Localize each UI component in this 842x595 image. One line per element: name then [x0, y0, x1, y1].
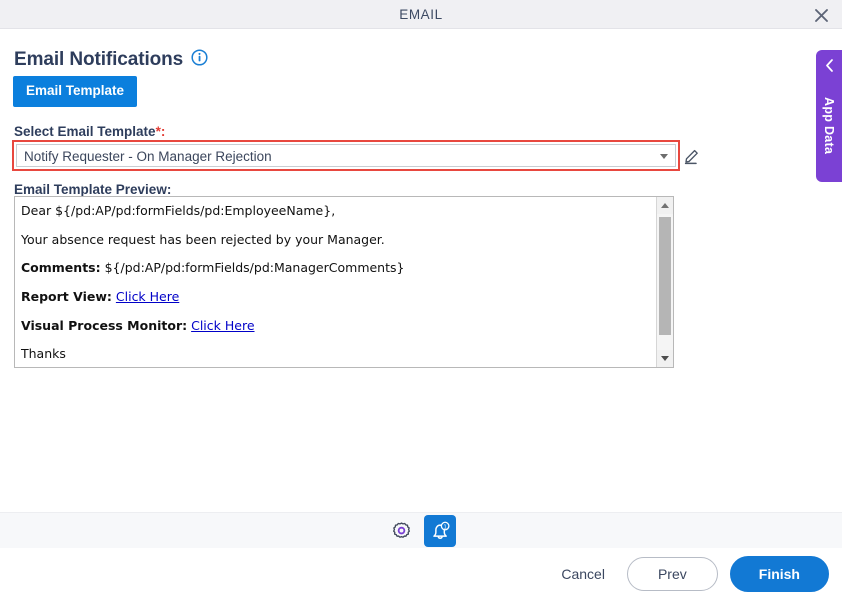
bottom-toolbar: 1	[0, 512, 842, 548]
cancel-button[interactable]: Cancel	[551, 560, 615, 588]
preview-line: Thanks	[21, 346, 648, 362]
select-label-text: Select Email Template	[14, 124, 156, 139]
chevron-down-icon[interactable]	[660, 154, 668, 159]
select-email-template-dropdown[interactable]: Notify Requester - On Manager Rejection	[16, 144, 676, 167]
app-data-panel-tab[interactable]: App Data	[816, 50, 842, 182]
preview-line-bold-prefix: Comments:	[21, 260, 101, 276]
dialog-content: Email Notifications Email Template Selec…	[0, 29, 842, 512]
finish-button[interactable]: Finish	[729, 556, 829, 592]
scroll-up-arrow-icon[interactable]	[657, 197, 673, 214]
report-view-link[interactable]: Click Here	[116, 289, 179, 304]
preview-line-bold-prefix: Report View:	[21, 288, 112, 304]
chevron-left-icon[interactable]	[816, 56, 842, 74]
window-title: EMAIL	[399, 7, 443, 22]
scroll-down-arrow-icon[interactable]	[657, 350, 673, 367]
dialog-footer: Cancel Prev Finish	[0, 548, 842, 595]
preview-line-text: Thanks	[21, 346, 66, 362]
preview-line: Visual Process Monitor: Click Here	[21, 318, 648, 334]
select-email-template-value: Notify Requester - On Manager Rejection	[24, 149, 272, 164]
preview-line: Your absence request has been rejected b…	[21, 232, 648, 248]
preview-line: Dear ${/pd:AP/pd:formFields/pd:EmployeeN…	[21, 203, 648, 219]
select-email-template-validation-outline: Notify Requester - On Manager Rejection	[12, 140, 680, 171]
scrollbar-thumb[interactable]	[659, 217, 671, 335]
bell-notification-icon[interactable]: 1	[424, 515, 456, 547]
preview-line: Comments: ${/pd:AP/pd:formFields/pd:Mana…	[21, 260, 648, 276]
info-icon[interactable]	[191, 49, 208, 71]
close-icon[interactable]	[808, 3, 834, 27]
select-email-template-label: Select Email Template*:	[14, 124, 165, 139]
preview-scrollbar[interactable]	[656, 197, 673, 367]
required-marker: *:	[155, 124, 166, 139]
email-template-tab-button[interactable]: Email Template	[13, 76, 138, 107]
gear-icon[interactable]	[386, 516, 416, 546]
visual-process-monitor-link[interactable]: Click Here	[191, 318, 254, 333]
preview-line-text: Dear ${/pd:AP/pd:formFields/pd:EmployeeN…	[21, 203, 336, 218]
toolbar-icon-group: 1	[0, 513, 842, 549]
email-template-preview-label: Email Template Preview:	[14, 182, 172, 197]
preview-line-bold-prefix: Visual Process Monitor:	[21, 317, 188, 333]
email-template-preview-box: Dear ${/pd:AP/pd:formFields/pd:EmployeeN…	[14, 196, 674, 368]
email-template-preview-text: Dear ${/pd:AP/pd:formFields/pd:EmployeeN…	[15, 197, 656, 367]
window-titlebar: EMAIL	[0, 0, 842, 29]
prev-button[interactable]: Prev	[626, 557, 718, 591]
footer-action-group: Cancel Prev Finish	[551, 556, 829, 592]
preview-line-text: ${/pd:AP/pd:formFields/pd:ManagerComment…	[104, 260, 405, 276]
app-data-tab-label: App Data	[822, 97, 836, 155]
page-title: Email Notifications	[14, 49, 184, 70]
notification-badge-count: 1	[444, 524, 447, 530]
preview-line-text: Your absence request has been rejected b…	[21, 231, 385, 247]
preview-line: Report View: Click Here	[21, 289, 648, 305]
pencil-edit-icon[interactable]	[679, 142, 705, 168]
page-header: Email Notifications	[14, 49, 208, 71]
